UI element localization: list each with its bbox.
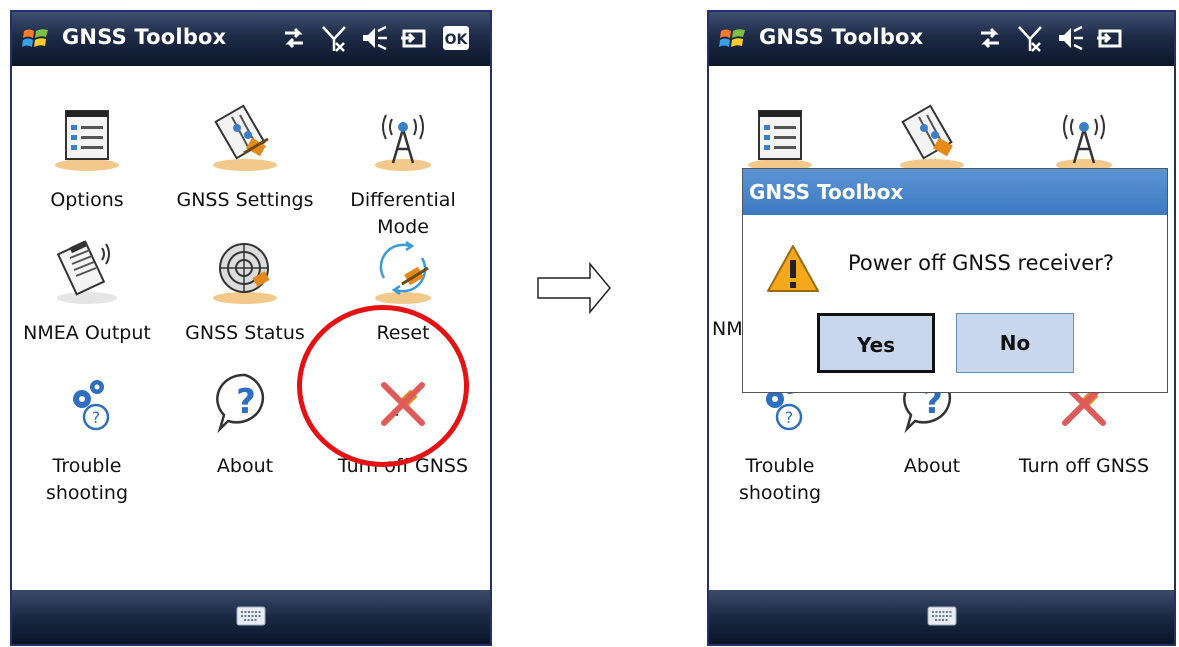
windows-start-icon[interactable] [718, 27, 748, 51]
svg-text:?: ? [785, 408, 794, 427]
app-label: Options [50, 189, 124, 211]
signal-off-icon[interactable] [1015, 23, 1045, 53]
app-label: About [903, 455, 961, 477]
troubleshooting-gears-icon: ? [73, 380, 110, 431]
battery-power-icon[interactable] [1095, 23, 1125, 53]
ok-button-icon[interactable]: OK [442, 23, 470, 53]
volume-icon[interactable] [1055, 23, 1085, 53]
app-label: NMEA Output [23, 322, 151, 344]
right-device-screen: GNSS Toolbox NM ? Trouble shooting ? Abo… [707, 10, 1176, 646]
dialog-message: Power off GNSS receiver? [848, 251, 1114, 275]
nmea-output-icon [56, 240, 117, 304]
title-bar: GNSS Toolbox [709, 12, 1174, 66]
bottom-menu-bar [12, 590, 490, 644]
windows-start-icon[interactable] [21, 27, 51, 51]
app-differential-mode[interactable] [1009, 103, 1159, 173]
battery-power-icon[interactable] [399, 23, 429, 53]
app-label: Differential Mode [350, 189, 456, 238]
title-bar: GNSS Toolbox OK [12, 12, 490, 66]
dialog-title: GNSS Toolbox [743, 169, 1167, 215]
antenna-tower-icon [375, 114, 431, 171]
app-options[interactable] [709, 103, 855, 173]
status-icons: OK [279, 23, 489, 55]
volume-icon[interactable] [359, 23, 389, 53]
signal-off-icon[interactable] [319, 23, 349, 53]
window-title: GNSS Toolbox [62, 25, 227, 49]
status-icons [975, 23, 1145, 55]
gnss-settings-icon [900, 104, 964, 171]
app-label: GNSS Settings [176, 189, 314, 211]
svg-text:?: ? [236, 382, 256, 422]
app-gnss-status[interactable]: GNSS Status [170, 236, 320, 347]
app-label: GNSS Status [185, 322, 305, 344]
about-question-icon: ? [216, 373, 265, 434]
partial-app-label: NM [712, 318, 743, 340]
no-button[interactable]: No [956, 313, 1074, 373]
connectivity-arrows-icon[interactable] [279, 23, 309, 53]
app-label: Turn off GNSS [1018, 455, 1150, 477]
app-options[interactable]: Options [12, 103, 162, 214]
connectivity-arrows-icon[interactable] [975, 23, 1005, 53]
yes-button[interactable]: Yes [817, 313, 935, 373]
app-label: Trouble shooting [45, 455, 129, 504]
bottom-menu-bar [709, 590, 1174, 644]
app-differential-mode[interactable]: Differential Mode [328, 103, 478, 241]
keyboard-icon[interactable] [927, 605, 957, 627]
right-arrow-icon [537, 261, 611, 315]
svg-text:OK: OK [445, 32, 469, 48]
app-troubleshooting[interactable]: ? Trouble shooting [12, 369, 162, 507]
svg-text:?: ? [92, 408, 101, 427]
options-list-icon [748, 110, 812, 171]
highlight-circle [297, 305, 469, 467]
keyboard-icon[interactable] [236, 605, 266, 627]
window-title: GNSS Toolbox [759, 25, 924, 49]
options-list-icon [55, 110, 119, 171]
app-gnss-settings[interactable] [857, 103, 1007, 173]
confirm-dialog: GNSS Toolbox Power off GNSS receiver? Ye… [742, 168, 1168, 393]
warning-icon [767, 245, 819, 292]
app-nmea-output[interactable]: NMEA Output [12, 236, 162, 347]
app-label: Trouble shooting [738, 455, 822, 504]
antenna-tower-icon [1056, 114, 1112, 171]
gnss-settings-icon [213, 104, 277, 171]
reset-cycle-icon [375, 240, 431, 304]
app-gnss-settings[interactable]: GNSS Settings [170, 103, 320, 214]
gnss-status-radar-icon [213, 243, 277, 304]
app-label: About [216, 455, 274, 477]
